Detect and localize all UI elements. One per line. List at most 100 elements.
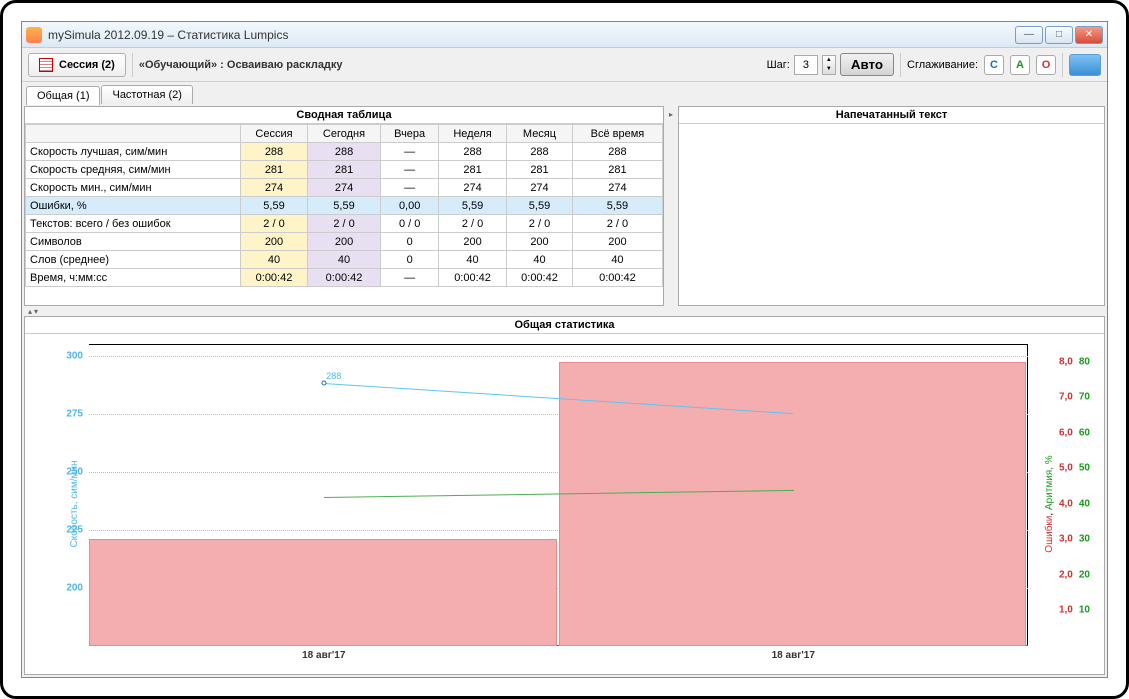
table-cell: 0: [381, 251, 439, 269]
table-cell: 200: [438, 233, 506, 251]
table-cell: 40: [438, 251, 506, 269]
table-row: Текстов: всего / без ошибок2 / 02 / 00 /…: [26, 215, 663, 233]
table-row: Скорость мин., сим/мин274274—274274274: [26, 179, 663, 197]
table-cell: 288: [438, 143, 506, 161]
tab-strip: Общая (1) Частотная (2): [22, 82, 1107, 104]
table-cell: 281: [572, 161, 662, 179]
table-cell: 0 / 0: [381, 215, 439, 233]
step-label: Шаг:: [767, 59, 790, 71]
table-cell: 200: [572, 233, 662, 251]
smooth-a-button[interactable]: А: [1010, 55, 1030, 75]
typed-text-body: [679, 124, 1104, 305]
separator: [132, 53, 133, 77]
table-cell: —: [381, 161, 439, 179]
table-cell: —: [381, 179, 439, 197]
table-cell: 0:00:42: [241, 269, 307, 287]
table-cell: 0:00:42: [572, 269, 662, 287]
table-cell: 5,59: [241, 197, 307, 215]
row-label: Символов: [26, 233, 241, 251]
table-cell: 40: [241, 251, 307, 269]
table-cell: 274: [438, 179, 506, 197]
table-cell: 200: [241, 233, 307, 251]
col-header: Всё время: [572, 125, 662, 143]
chart-area: Скорость, сим/мин Ошибки, Аритмия, % 200…: [29, 338, 1100, 670]
close-button[interactable]: ✕: [1075, 26, 1103, 44]
table-cell: 200: [307, 233, 381, 251]
table-cell: 274: [572, 179, 662, 197]
tab-frequency[interactable]: Частотная (2): [101, 85, 192, 104]
session-button[interactable]: Сессия (2): [28, 53, 126, 77]
app-window: mySimula 2012.09.19 – Статистика Lumpics…: [21, 21, 1108, 678]
typed-text-title: Напечатанный текст: [679, 107, 1104, 124]
table-cell: 0,00: [381, 197, 439, 215]
table-cell: 274: [507, 179, 573, 197]
step-spinner[interactable]: ▲▼: [822, 55, 836, 75]
y-left-tick: 275: [55, 408, 83, 419]
tab-general[interactable]: Общая (1): [26, 86, 100, 105]
table-cell: 40: [307, 251, 381, 269]
chart-title: Общая статистика: [25, 317, 1104, 334]
auto-button[interactable]: Авто: [840, 53, 894, 76]
table-row: Символов2002000200200200: [26, 233, 663, 251]
calendar-icon: [39, 58, 53, 72]
step-input[interactable]: [794, 55, 818, 75]
table-cell: 281: [507, 161, 573, 179]
table-cell: 0:00:42: [438, 269, 506, 287]
table-cell: 5,59: [507, 197, 573, 215]
splitter-vertical[interactable]: ▸: [666, 106, 676, 306]
smooth-c-button[interactable]: С: [984, 55, 1004, 75]
window-title: mySimula 2012.09.19 – Статистика Lumpics: [48, 28, 1015, 42]
y-right-tick: 3,030: [1059, 534, 1090, 545]
summary-title: Сводная таблица: [25, 107, 663, 124]
table-cell: 0:00:42: [507, 269, 573, 287]
error-bar: [89, 539, 557, 646]
separator: [1062, 53, 1063, 77]
row-label: Скорость лучшая, сим/мин: [26, 143, 241, 161]
col-header: Вчера: [381, 125, 439, 143]
display-button[interactable]: [1069, 54, 1101, 76]
titlebar: mySimula 2012.09.19 – Статистика Lumpics…: [22, 22, 1107, 48]
table-row: Скорость лучшая, сим/мин288288—288288288: [26, 143, 663, 161]
y-left-tick: 200: [55, 582, 83, 593]
col-header: Сессия: [241, 125, 307, 143]
table-cell: 5,59: [572, 197, 662, 215]
table-cell: 5,59: [438, 197, 506, 215]
y-right-tick: 4,040: [1059, 498, 1090, 509]
row-label: Время, ч:мм:сс: [26, 269, 241, 287]
table-cell: 281: [438, 161, 506, 179]
app-icon: [26, 27, 42, 43]
toolbar: Сессия (2) «Обучающий» : Осваиваю раскла…: [22, 48, 1107, 82]
y-left-tick: 300: [55, 350, 83, 361]
y-right-tick: 7,070: [1059, 392, 1090, 403]
col-header: Неделя: [438, 125, 506, 143]
smoothing-label: Сглаживание:: [907, 59, 978, 71]
table-cell: 0:00:42: [307, 269, 381, 287]
table-cell: 274: [307, 179, 381, 197]
speed-point: [321, 381, 326, 386]
separator: [900, 53, 901, 77]
smooth-o-button[interactable]: О: [1036, 55, 1056, 75]
minimize-button[interactable]: —: [1015, 26, 1043, 44]
error-bar: [559, 362, 1027, 646]
table-row: Ошибки, %5,595,590,005,595,595,59: [26, 197, 663, 215]
y-right-axis-label: Ошибки, Аритмия, %: [1044, 455, 1055, 552]
table-cell: 288: [241, 143, 307, 161]
table-cell: 2 / 0: [307, 215, 381, 233]
splitter-horizontal[interactable]: ▴▾: [24, 308, 1105, 314]
row-label: Скорость средняя, сим/мин: [26, 161, 241, 179]
table-cell: 281: [241, 161, 307, 179]
maximize-button[interactable]: □: [1045, 26, 1073, 44]
table-row: Слов (среднее)40400404040: [26, 251, 663, 269]
session-label: Сессия (2): [59, 59, 115, 71]
mode-label: «Обучающий» : Осваиваю раскладку: [139, 59, 343, 71]
table-cell: 2 / 0: [241, 215, 307, 233]
row-label: Скорость мин., сим/мин: [26, 179, 241, 197]
table-cell: 274: [241, 179, 307, 197]
table-cell: 2 / 0: [438, 215, 506, 233]
col-header: Месяц: [507, 125, 573, 143]
summary-table: СессияСегодняВчераНеделяМесяцВсё времяСк…: [25, 124, 663, 287]
y-left-tick: 225: [55, 524, 83, 535]
table-cell: 281: [307, 161, 381, 179]
table-cell: 0: [381, 233, 439, 251]
speed-point-label: 288: [326, 371, 341, 381]
